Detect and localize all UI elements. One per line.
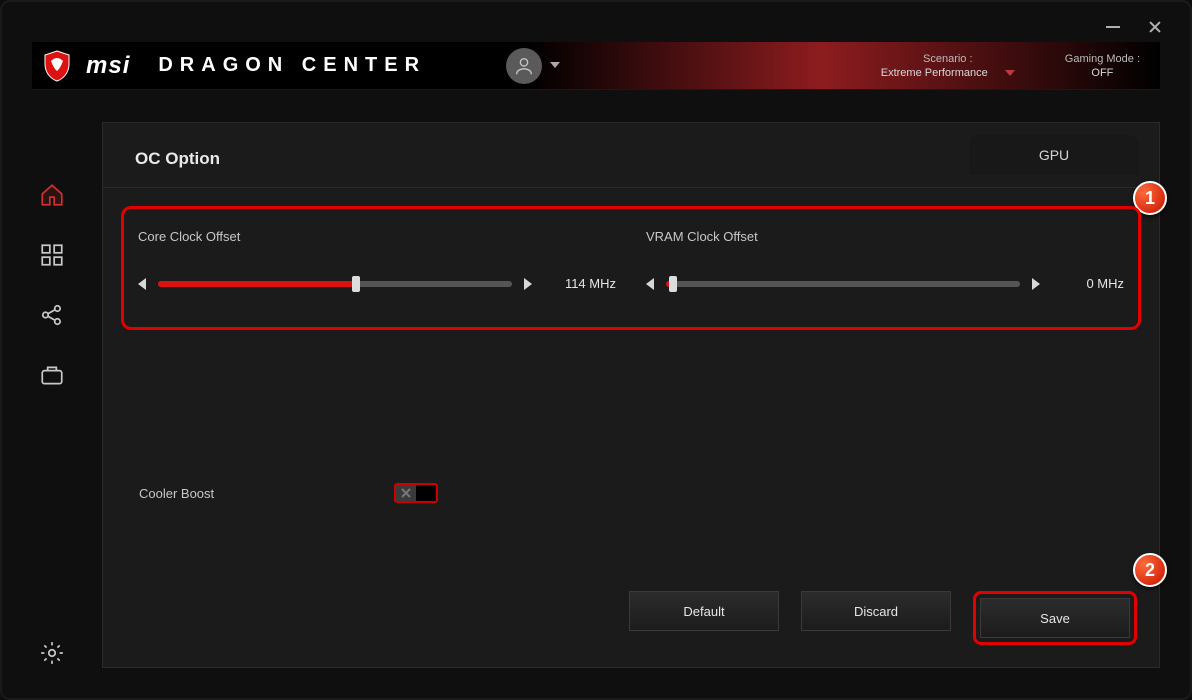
x-icon [401, 488, 411, 498]
save-button[interactable]: Save [980, 598, 1130, 638]
core-increase-button[interactable] [524, 278, 532, 290]
user-icon [513, 55, 535, 77]
core-clock-block: Core Clock Offset 114 MHz [138, 229, 616, 291]
vram-decrease-button[interactable] [646, 278, 654, 290]
core-slider-track[interactable] [158, 281, 512, 287]
header-status: Scenario : Extreme Performance Gaming Mo… [881, 53, 1140, 79]
sidebar-item-settings[interactable] [39, 640, 65, 666]
core-clock-slider: 114 MHz [138, 276, 616, 291]
toolbox-icon [39, 362, 65, 388]
scenario-label: Scenario : [881, 53, 1015, 65]
cooler-boost-toggle[interactable] [394, 483, 438, 503]
toggle-off-indicator [396, 485, 416, 501]
sidebar-item-home[interactable] [39, 182, 65, 208]
app-window: msi DRAGON CENTER Scenario : Extreme Per… [0, 0, 1192, 700]
sidebar-item-share[interactable] [39, 302, 65, 328]
tab-gpu[interactable]: GPU [969, 135, 1139, 175]
window-controls [1106, 20, 1162, 34]
sidebar-item-apps[interactable] [39, 242, 65, 268]
scenario-value: Extreme Performance [881, 67, 988, 79]
sliders-panel: Core Clock Offset 114 MHz VRAM Clock Off… [121, 206, 1141, 330]
core-clock-value: 114 MHz [544, 276, 616, 291]
button-row: Default Discard Save [629, 591, 1137, 645]
share-icon [39, 302, 65, 328]
gear-icon [39, 640, 65, 666]
core-decrease-button[interactable] [138, 278, 146, 290]
vram-clock-value: 0 MHz [1052, 276, 1124, 291]
annotation-marker-2: 2 [1133, 553, 1167, 587]
close-button[interactable] [1148, 20, 1162, 34]
core-slider-thumb[interactable] [352, 276, 360, 292]
home-icon [39, 182, 65, 208]
save-highlight: Save [973, 591, 1137, 645]
discard-button[interactable]: Discard [801, 591, 951, 631]
default-button[interactable]: Default [629, 591, 779, 631]
vram-increase-button[interactable] [1032, 278, 1040, 290]
chevron-down-icon [1005, 70, 1015, 76]
vram-clock-label: VRAM Clock Offset [646, 229, 1124, 244]
cooler-boost-row: Cooler Boost [139, 483, 438, 503]
core-clock-label: Core Clock Offset [138, 229, 616, 244]
app-title: DRAGON CENTER [158, 54, 426, 77]
tab-bar: GPU [969, 135, 1139, 175]
main-panel: OC Option GPU 1 Core Clock Offset 114 MH… [102, 122, 1160, 668]
user-avatar[interactable] [506, 48, 542, 84]
minimize-button[interactable] [1106, 26, 1120, 28]
gaming-mode-value: OFF [1065, 67, 1140, 79]
header-bar: msi DRAGON CENTER Scenario : Extreme Per… [32, 42, 1160, 90]
gaming-mode-block: Gaming Mode : OFF [1065, 53, 1140, 79]
msi-shield-icon [42, 49, 72, 83]
core-slider-fill [158, 281, 356, 287]
vram-clock-slider: 0 MHz [646, 276, 1124, 291]
divider [103, 187, 1159, 188]
vram-slider-track[interactable] [666, 281, 1020, 287]
sidebar-item-tools[interactable] [39, 362, 65, 388]
cooler-boost-label: Cooler Boost [139, 486, 214, 501]
vram-slider-thumb[interactable] [669, 276, 677, 292]
vram-clock-block: VRAM Clock Offset 0 MHz [646, 229, 1124, 291]
grid-icon [39, 242, 65, 268]
sidebar [2, 122, 102, 688]
avatar-dropdown-icon [550, 62, 560, 68]
scenario-block[interactable]: Scenario : Extreme Performance [881, 53, 1015, 79]
brand-text: msi [86, 52, 130, 80]
brand-block: msi DRAGON CENTER [42, 49, 426, 83]
gaming-mode-label: Gaming Mode : [1065, 53, 1140, 65]
